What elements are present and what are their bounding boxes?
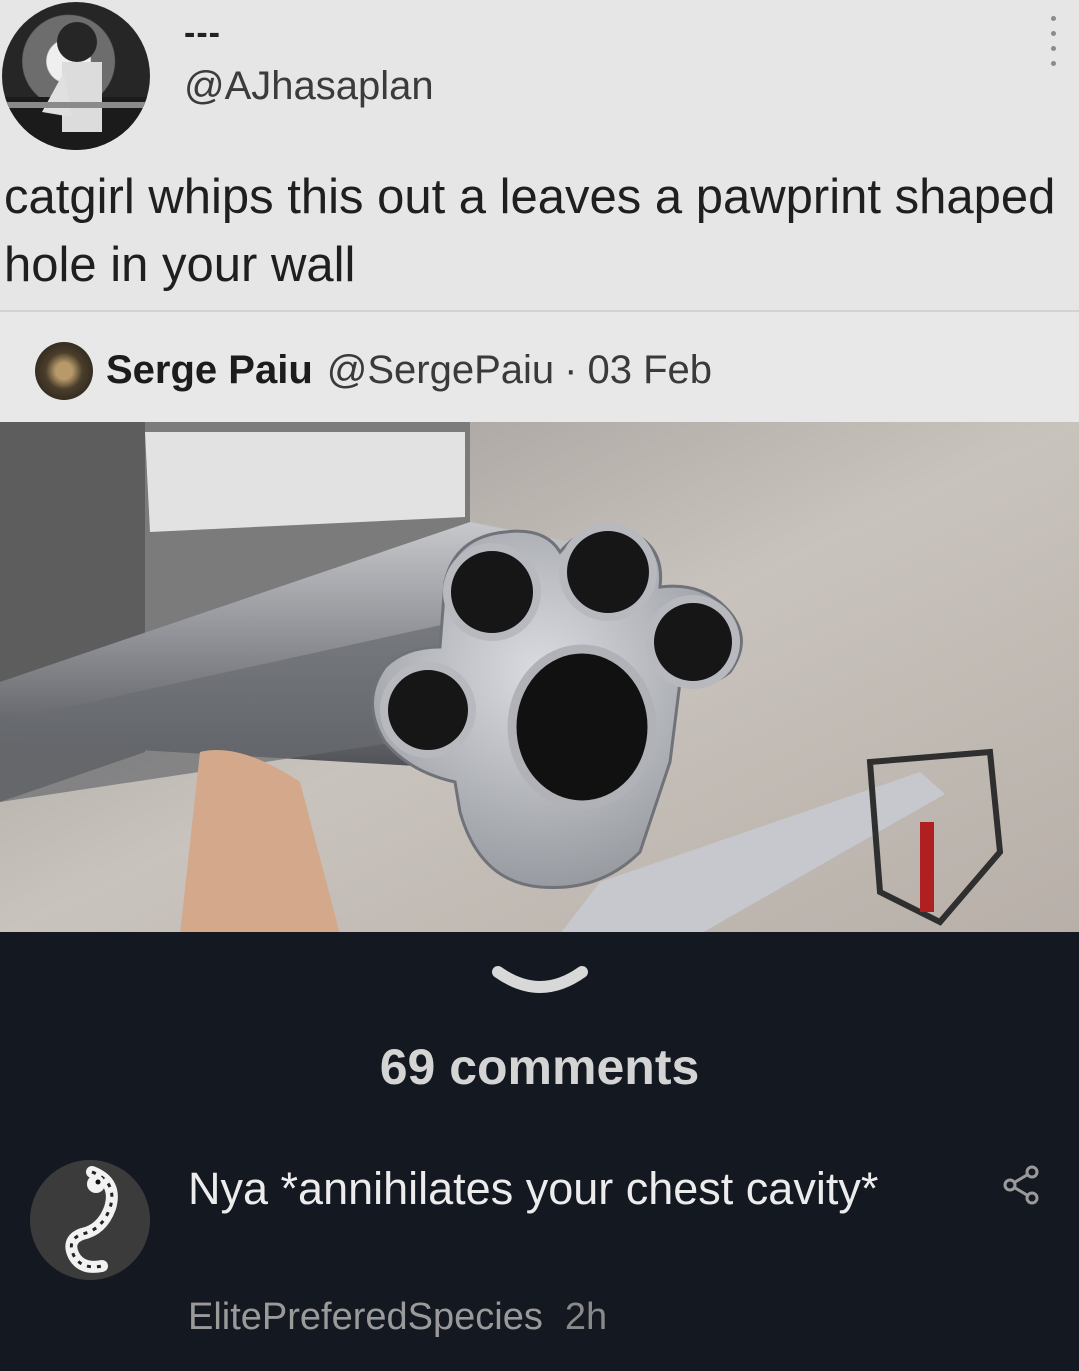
quoted-tweet-header: Serge Paiu @SergePaiu · 03 Feb [106,348,712,393]
tweet-author-avatar[interactable] [2,2,150,150]
quoted-tweet-card[interactable]: Serge Paiu @SergePaiu · 03 Feb [0,310,1079,932]
tweet-author-handle[interactable]: @AJhasaplan [184,64,434,109]
quoted-author-handle: @SergePaiu [326,348,555,392]
comment-time: 2h [564,1296,608,1338]
tweet-text: catgirl whips this out a leaves a pawpri… [4,170,1056,292]
chevron-down-icon[interactable] [488,962,592,1002]
quoted-author-avatar [35,342,93,400]
comment-author[interactable]: ElitePreferedSpecies [188,1296,543,1338]
quoted-tweet-image[interactable] [0,422,1079,932]
comment-text: Nya *annihilates your chest cavity* [188,1163,879,1214]
share-icon[interactable] [1000,1164,1042,1206]
commenter-avatar[interactable] [30,1160,150,1280]
tweet-author-display-name: --- [184,14,221,52]
comment-meta: ElitePreferedSpecies 2h [188,1296,607,1339]
header-separator: · [564,348,578,392]
quoted-author-name: Serge Paiu [106,348,313,392]
comments-count: 69 comments [379,1039,700,1095]
more-vertical-icon[interactable] [1040,16,1066,66]
tweet-screenshot: --- @AJhasaplan catgirl whips this out a… [0,0,1079,932]
quoted-tweet-date: 03 Feb [587,348,713,392]
